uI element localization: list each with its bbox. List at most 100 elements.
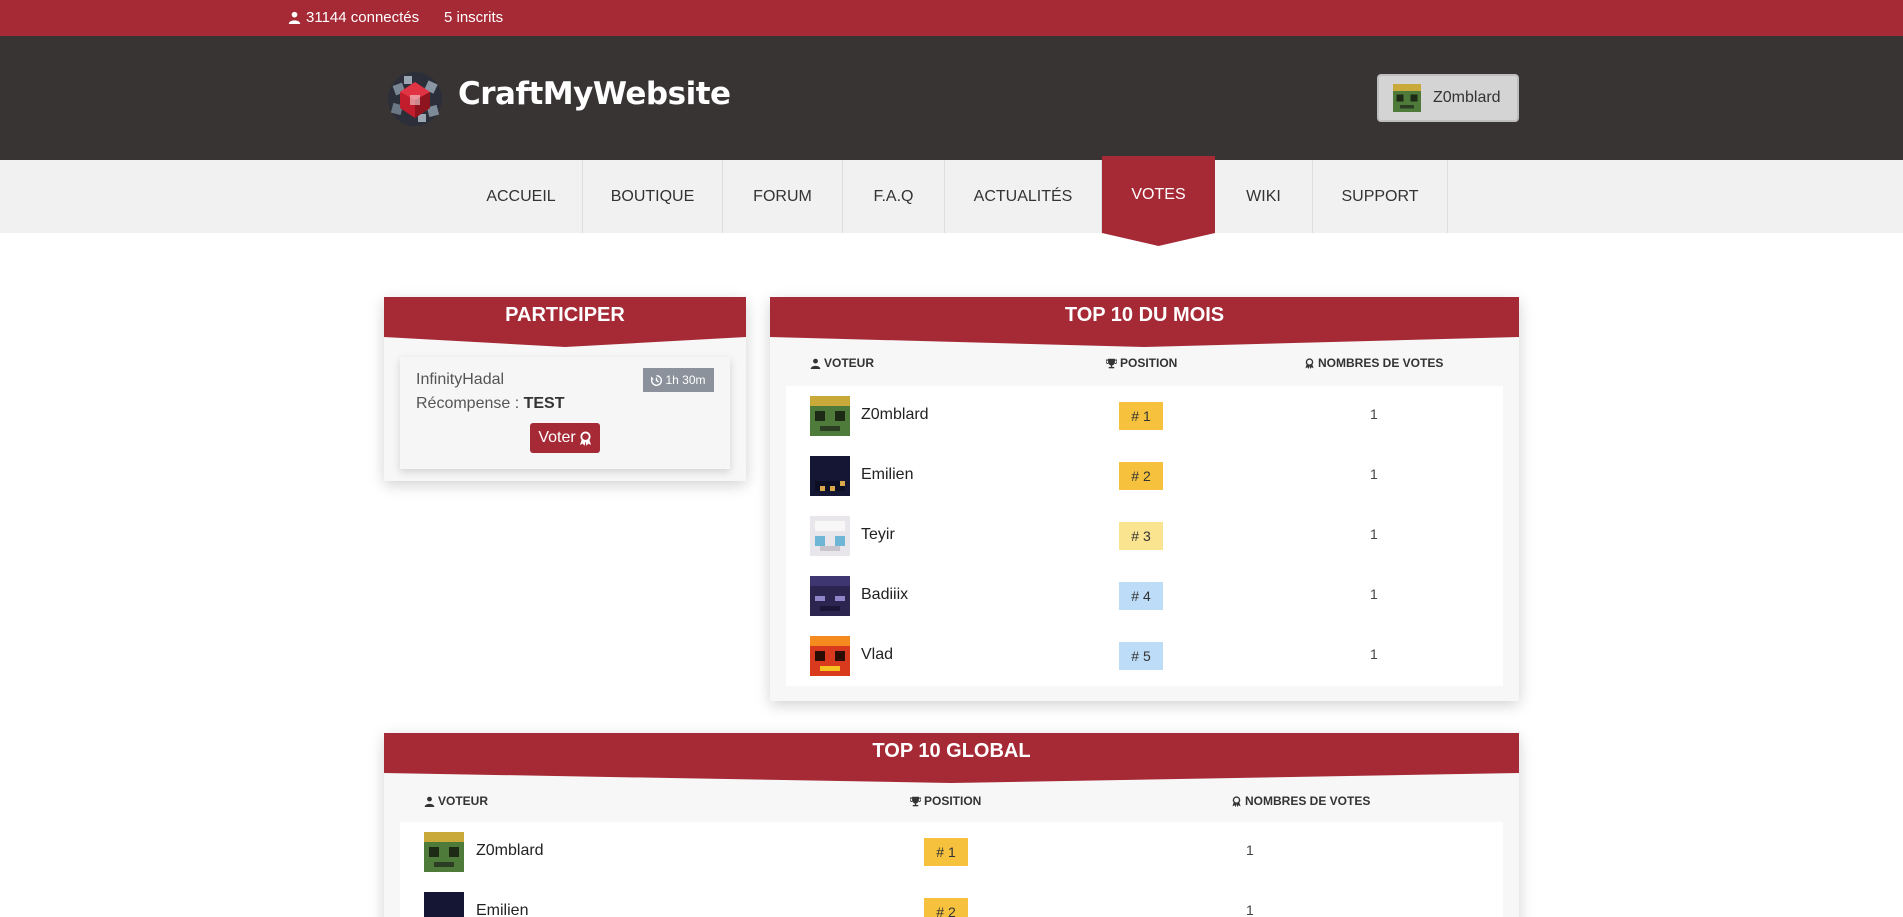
trophy-icon: [910, 796, 921, 806]
player-avatar: [810, 636, 850, 676]
top-global-table: Z0mblard # 1 1 Emilien # 2 1: [400, 822, 1503, 917]
table-row: Z0mblard # 1 1: [400, 822, 1503, 882]
top-global-card: TOP 10 GLOBAL VOTEUR POSITION NOMBRES DE…: [384, 733, 1519, 917]
reward-value: TEST: [523, 395, 565, 412]
header-voter: VOTEUR: [810, 356, 874, 370]
player-name: Emilien: [861, 466, 914, 483]
player-name: Emilien: [476, 902, 529, 917]
top-month-card: TOP 10 DU MOIS VOTEUR POSITION NOMBRES D…: [770, 297, 1519, 701]
top-bar: 31144 connectés 5 inscrits: [0, 0, 1903, 36]
vote-count: 1: [1246, 842, 1254, 858]
nav-item-actualites[interactable]: ACTUALITÉS: [945, 160, 1102, 233]
player-avatar: [810, 576, 850, 616]
player-avatar: [810, 516, 850, 556]
header-votes-label: NOMBRES DE VOTES: [1318, 356, 1444, 370]
table-row: Badiiix # 4 1: [786, 566, 1503, 626]
header-votes: NOMBRES DE VOTES: [1304, 356, 1443, 370]
vote-count: 1: [1246, 902, 1254, 917]
vote-timer-badge: 1h 30m: [643, 368, 714, 392]
dark-head-icon: [424, 892, 464, 917]
nav-item-accueil[interactable]: ACCUEIL: [460, 160, 583, 233]
nav-item-faq[interactable]: F.A.Q: [843, 160, 945, 233]
header-voter-label: VOTEUR: [824, 356, 875, 370]
top-month-table: Z0mblard # 1 1 Emilien # 2 1 Teyir # 3 1 Badiiix #…: [786, 386, 1503, 686]
table-row: Z0mblard # 1 1: [786, 386, 1503, 446]
position-badge: # 4: [1119, 582, 1163, 610]
brand-name[interactable]: CraftMyWebsite: [458, 76, 731, 112]
participate-title: PARTICIPER: [384, 297, 746, 337]
user-avatar-icon: [1393, 84, 1421, 112]
player-avatar: [810, 456, 850, 496]
header-votes: NOMBRES DE VOTES: [1231, 794, 1370, 808]
header-voter-label: VOTEUR: [438, 794, 489, 808]
award-icon: [1232, 795, 1241, 807]
player-avatar: [810, 396, 850, 436]
vote-count: 1: [1370, 466, 1378, 482]
user-name: Z0mblard: [1433, 89, 1501, 106]
position-badge: # 3: [1119, 522, 1163, 550]
site-header: CraftMyWebsite Z0mblard: [0, 36, 1903, 160]
dark-head-icon: [810, 456, 850, 496]
position-badge: # 1: [1119, 402, 1163, 430]
trophy-icon: [1106, 358, 1117, 368]
header-position: POSITION: [1106, 356, 1177, 370]
nav-item-boutique[interactable]: BOUTIQUE: [583, 160, 723, 233]
top-global-title: TOP 10 GLOBAL: [384, 733, 1519, 773]
position-badge: # 5: [1119, 642, 1163, 670]
purple-head-icon: [810, 576, 850, 616]
registered-stat: 5 inscrits: [444, 9, 503, 26]
zombie-head-icon: [810, 396, 850, 436]
nav-item-votes[interactable]: VOTES: [1102, 156, 1215, 233]
user-icon: [810, 358, 821, 369]
timer-text: 1h 30m: [665, 373, 706, 387]
main-nav: ACCUEIL BOUTIQUE FORUM F.A.Q ACTUALITÉS …: [0, 156, 1903, 233]
vote-button[interactable]: Voter: [530, 423, 600, 453]
header-position-label: POSITION: [1120, 356, 1178, 370]
registered-count: 5 inscrits: [444, 9, 504, 26]
red-head-icon: [810, 636, 850, 676]
user-icon: [288, 11, 301, 24]
participate-card: PARTICIPER InfinityHadal Récompense : TE…: [384, 297, 746, 481]
white-head-icon: [810, 516, 850, 556]
player-avatar: [424, 892, 464, 917]
connected-count: 31144 connectés: [306, 9, 420, 26]
nav-item-wiki[interactable]: WIKI: [1215, 160, 1313, 233]
table-row: Emilien # 2 1: [400, 882, 1503, 917]
vote-count: 1: [1370, 586, 1378, 602]
top-month-title: TOP 10 DU MOIS: [770, 297, 1519, 337]
award-icon: [579, 431, 591, 446]
header-position-label: POSITION: [924, 794, 982, 808]
table-row: Vlad # 5 1: [786, 626, 1503, 686]
vote-reward: Récompense : TEST: [416, 395, 565, 413]
player-avatar: [424, 832, 464, 872]
position-badge: # 2: [924, 898, 968, 917]
table-row: Teyir # 3 1: [786, 506, 1503, 566]
vote-count: 1: [1370, 646, 1378, 662]
position-badge: # 1: [924, 838, 968, 866]
player-name: Teyir: [861, 526, 895, 543]
player-name: Z0mblard: [476, 842, 544, 859]
vote-count: 1: [1370, 526, 1378, 542]
nav-item-support[interactable]: SUPPORT: [1313, 160, 1448, 233]
vote-site-entry: InfinityHadal Récompense : TEST 1h 30m V…: [400, 357, 730, 469]
player-name: Vlad: [861, 646, 894, 663]
nav-item-forum[interactable]: FORUM: [723, 160, 843, 233]
position-badge: # 2: [1119, 462, 1163, 490]
vote-button-label: Voter: [538, 429, 576, 446]
zombie-head-icon: [424, 832, 464, 872]
table-row: Emilien # 2 1: [786, 446, 1503, 506]
player-name: Badiiix: [861, 586, 909, 603]
user-menu-button[interactable]: Z0mblard: [1377, 74, 1519, 122]
connected-stat: 31144 connectés: [288, 9, 419, 26]
header-votes-label: NOMBRES DE VOTES: [1245, 794, 1371, 808]
vote-site-name: InfinityHadal: [416, 371, 505, 388]
history-icon: [651, 374, 663, 386]
user-icon: [424, 796, 435, 807]
player-name: Z0mblard: [861, 406, 929, 423]
vote-count: 1: [1370, 406, 1378, 422]
award-icon: [1305, 357, 1314, 369]
logo-icon[interactable]: [386, 70, 444, 128]
reward-label: Récompense :: [416, 395, 524, 412]
header-position: POSITION: [910, 794, 981, 808]
header-voter: VOTEUR: [424, 794, 488, 808]
